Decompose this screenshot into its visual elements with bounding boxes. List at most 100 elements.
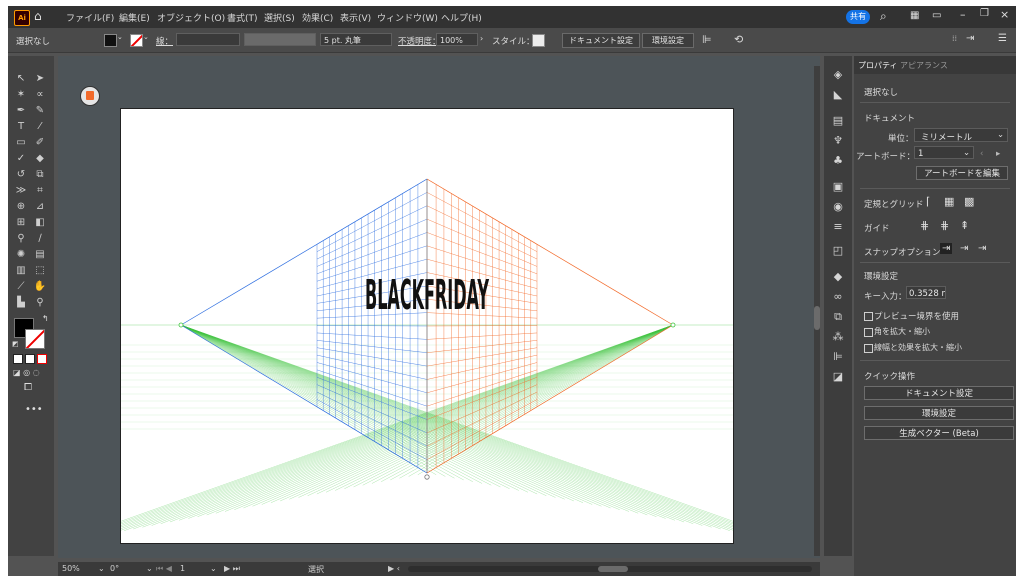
magic-wand-tool-icon[interactable]: ✶ [13,88,29,102]
menu-view[interactable]: 表示(V) [340,11,371,24]
align-panel-icon[interactable]: ⊫ [831,350,845,364]
shape-builder-tool-icon[interactable]: ⊕ [13,200,29,214]
scale-corners-checkbox[interactable] [864,328,873,337]
chevron-down-icon[interactable]: ⌄ [210,564,217,573]
horizontal-scroll-thumb[interactable] [598,566,628,572]
perspective-plane-widget-icon[interactable] [80,86,100,106]
first-artboard-icon[interactable]: ⏮ ◀ [156,564,172,574]
menu-object[interactable]: オブジェクト(O) [157,11,225,24]
brush-definition[interactable]: 5 pt. 丸筆 [320,33,392,46]
close-icon[interactable]: × [1000,8,1009,21]
swap-colors-icon[interactable]: ↰ [42,314,49,323]
color-icon[interactable]: ◉ [831,200,845,214]
color-mode-icon[interactable] [13,354,23,364]
generate-vectors-button[interactable]: 生成ベクター (Beta) [864,426,1014,440]
graph-tool-icon[interactable]: ▥ [13,264,29,278]
share-button[interactable]: 共有 [846,10,870,24]
artboards-panel-icon[interactable]: ⧉ [831,310,845,324]
menu-select[interactable]: 選択(S) [264,11,295,24]
blend-tool-icon[interactable]: ∕ [32,232,48,246]
symbols-icon[interactable]: ♣ [831,154,845,168]
libraries-icon[interactable]: ▤ [831,114,845,128]
chevron-down-icon[interactable]: ⌄ [98,564,105,573]
zoom-tool-icon[interactable]: ⚲ [32,296,48,310]
artboard-number[interactable]: 1 [180,564,185,573]
artboard-tool-icon[interactable]: ⬚ [32,264,48,278]
menu-window[interactable]: ウィンドウ(W) [377,11,438,24]
menu-effect[interactable]: 効果(C) [302,11,333,24]
gradient-mode-icon[interactable] [25,354,35,364]
scale-strokes-checkbox[interactable] [864,344,873,353]
show-guides-icon[interactable]: ⋕ [920,219,929,232]
fill-swatch[interactable] [104,34,117,47]
tab-appearance[interactable]: アピアランス [900,60,948,71]
next-artboard-icon[interactable]: ▶ ⏭ [224,564,240,574]
direct-selection-tool-icon[interactable]: ➤ [32,72,48,86]
pen-tool-icon[interactable]: ✒ [13,104,29,118]
quick-preferences-button[interactable]: 環境設定 [864,406,1014,420]
artboard-select[interactable]: 1 ⌄ [914,146,974,159]
tab-properties[interactable]: プロパティ [858,60,898,71]
minimize-icon[interactable]: – [960,8,966,21]
transform-panel-icon[interactable]: ⁂ [831,330,845,344]
stroke-color-swatch[interactable] [25,329,45,349]
vertical-scrollbar[interactable] [814,66,820,556]
selection-tool-icon[interactable]: ↖ [13,72,29,86]
shaper-tool-icon[interactable]: ✓ [13,152,29,166]
chevron-down-icon[interactable]: ⌄ [143,33,149,41]
lasso-tool-icon[interactable]: ∝ [32,88,48,102]
lock-guides-icon[interactable]: ⋕ [940,219,949,232]
restore-icon[interactable]: ❐ [980,8,989,19]
width-tool-icon[interactable]: ≫ [13,184,29,198]
free-transform-tool-icon[interactable]: ⌗ [32,184,48,198]
mesh-tool-icon[interactable]: ⊞ [13,216,29,230]
pathfinder-icon[interactable]: ◪ [831,370,845,384]
home-icon[interactable]: ⌂ [34,9,42,23]
snap-to-point-icon[interactable]: ⇥ [940,243,953,254]
rotate-tool-icon[interactable]: ↺ [13,168,29,182]
artboard[interactable]: BLACKFRIDAY [59,108,795,544]
stroke-panel-icon[interactable]: ≡ [831,220,845,234]
graphic-style-swatch[interactable] [532,34,545,47]
swatches-icon[interactable]: ▣ [831,180,845,194]
stroke-swatch[interactable] [130,34,143,47]
more-tools-icon[interactable]: ••• [25,404,43,415]
variable-width-profile[interactable] [244,33,316,46]
default-colors-icon[interactable]: ◩ [12,340,19,348]
print-tiling-tool-icon[interactable]: ▙ [13,296,29,310]
chevron-down-icon[interactable]: ⌄ [146,564,153,573]
paintbrush-tool-icon[interactable]: ✐ [32,136,48,150]
units-select[interactable]: ミリメートル ⌄ [914,128,1008,143]
grid-options-icon[interactable]: ⁞⁞ [952,34,957,43]
layers-icon[interactable]: ◆ [831,270,845,284]
preview-bounds-checkbox[interactable] [864,312,873,321]
snap-to-glyph-icon[interactable]: ⇥ [978,243,986,254]
line-tool-icon[interactable]: ⁄ [32,120,48,134]
grid-icon[interactable]: ▦ [944,195,954,208]
key-increment-field[interactable]: 0.3528 mm [906,286,946,299]
menu-file[interactable]: ファイル(F) [66,11,114,24]
menu-type[interactable]: 書式(T) [227,11,258,24]
snap-icon[interactable]: ⇥ [966,33,974,44]
quick-document-setup-button[interactable]: ドキュメント設定 [864,386,1014,400]
preferences-button[interactable]: 環境設定 [642,33,694,48]
draw-mode-icon[interactable]: ◪ ◎ ◌ [13,368,40,377]
scale-tool-icon[interactable]: ⧉ [32,168,48,182]
next-artboard-icon[interactable]: ▸ [996,149,1000,159]
links-icon[interactable]: ∞ [831,290,845,304]
chevron-down-icon[interactable]: ⌄ [117,33,123,41]
arrange-documents-icon[interactable]: ▦ [910,10,919,21]
stroke-weight-field[interactable] [176,33,240,46]
none-mode-icon[interactable] [37,354,47,364]
prev-artboard-icon[interactable]: ‹ [980,149,983,159]
align-icon[interactable]: ⊫ [702,33,712,46]
column-graph-tool-icon[interactable]: ▤ [32,248,48,262]
workspace-icon[interactable]: ▭ [932,10,941,21]
document-setup-button[interactable]: ドキュメント設定 [562,33,640,48]
eraser-tool-icon[interactable]: ◆ [32,152,48,166]
smart-guides-icon[interactable]: ⇞ [960,219,969,232]
chevron-right-icon[interactable]: › [480,34,483,43]
symbol-sprayer-tool-icon[interactable]: ✺ [13,248,29,262]
rotation-value[interactable]: 0° [110,564,119,573]
rulers-icon[interactable]: ⌈ [926,195,930,208]
